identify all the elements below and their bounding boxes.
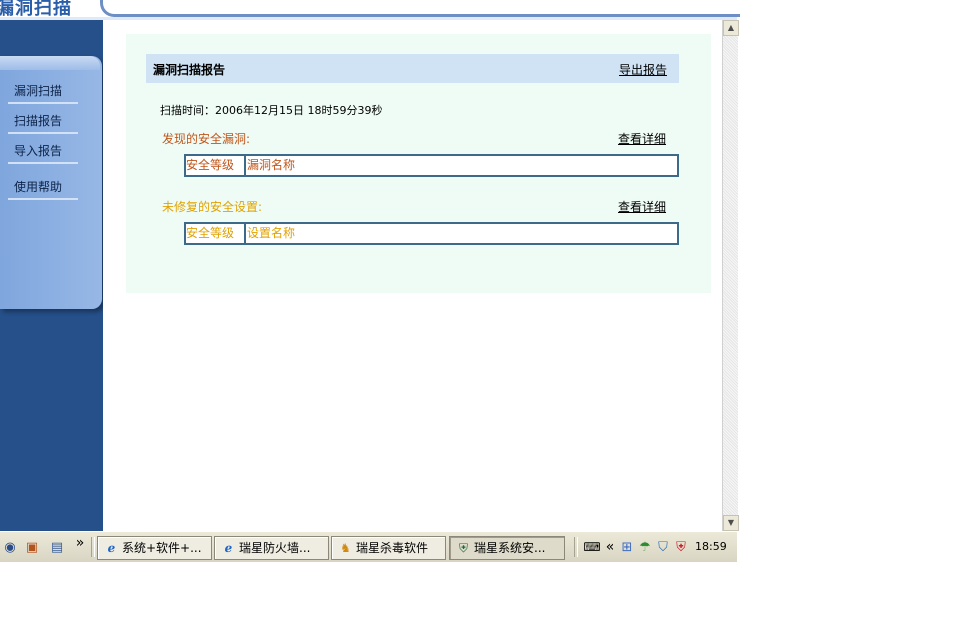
export-report-link[interactable]: 导出报告	[619, 61, 667, 78]
keyboard-icon[interactable]: ⌨	[583, 539, 600, 555]
ie-icon: ℯ	[224, 541, 233, 555]
sidebar-item-scan-report[interactable]: 扫描报告	[14, 112, 62, 129]
tray-collapse-icon[interactable]: «	[602, 539, 618, 555]
taskbar-button-rising-system-security[interactable]: ⛨ 瑞星系统安...	[449, 536, 565, 560]
sidebar-item-import-report[interactable]: 导入报告	[14, 142, 62, 159]
lion-icon: ♞	[340, 541, 351, 555]
column-header-vuln-name: 漏洞名称	[247, 158, 296, 172]
taskbar: ◉ ▣ ▤ » ℯ 系统+软件+... ℯ 瑞星防火墙... ♞ 瑞星杀毒软件 ⛨ 瑞星…	[0, 531, 737, 562]
media-player-icon[interactable]: ◉	[2, 539, 18, 555]
report-panel: 漏洞扫描报告 导出报告 扫描时间：2006年12月15日 18时59分39秒 发…	[126, 34, 711, 293]
security-shield-icon[interactable]: ⛨	[673, 539, 689, 555]
sidebar-item-vuln-scan[interactable]: 漏洞扫描	[14, 82, 62, 99]
unfixed-settings-section-label: 未修复的安全设置:	[162, 200, 263, 214]
sidebar-item-help[interactable]: 使用帮助	[14, 178, 62, 195]
vulnerabilities-section-label: 发现的安全漏洞:	[162, 132, 251, 146]
content-area: 漏洞扫描报告 导出报告 扫描时间：2006年12月15日 18时59分39秒 发…	[103, 20, 722, 531]
taskbar-button-rising-firewall[interactable]: ℯ 瑞星防火墙...	[214, 536, 329, 560]
umbrella-icon[interactable]: ☂	[637, 539, 653, 555]
taskbar-button-label: 瑞星系统安...	[474, 541, 546, 555]
vulnerabilities-table-header: 安全等级 漏洞名称	[184, 154, 679, 177]
scroll-down-button[interactable]: ▼	[723, 515, 739, 531]
taskbar-button-system-software[interactable]: ℯ 系统+软件+...	[97, 536, 212, 560]
report-title: 漏洞扫描报告	[153, 63, 226, 77]
column-header-setting-name: 设置名称	[247, 226, 296, 240]
taskbar-button-label: 瑞星防火墙...	[239, 541, 311, 555]
sidebar-divider	[8, 198, 78, 200]
unfixed-settings-table-header: 安全等级 设置名称	[184, 222, 679, 245]
scan-time-text: 扫描时间：2006年12月15日 18时59分39秒	[160, 104, 383, 117]
desktop-icon[interactable]: ▣	[24, 539, 40, 555]
unfixed-settings-detail-link[interactable]: 查看详细	[618, 198, 666, 215]
shield-icon: ⛨	[458, 541, 468, 555]
ie-icon: ℯ	[107, 541, 116, 555]
vulnerabilities-detail-link[interactable]: 查看详细	[618, 130, 666, 147]
taskbar-separator	[574, 537, 578, 557]
scroll-up-button[interactable]: ▲	[723, 20, 739, 36]
taskbar-separator	[91, 537, 95, 557]
sidebar-divider	[8, 102, 78, 104]
taskbar-button-rising-antivirus[interactable]: ♞ 瑞星杀毒软件	[331, 536, 446, 560]
page-title: 漏洞扫描	[0, 0, 72, 19]
left-nav-column: 漏洞扫描 扫描报告 导入报告 使用帮助	[0, 20, 103, 531]
vertical-scrollbar[interactable]: ▲ ▼	[722, 20, 739, 531]
show-desktop-icon[interactable]: ▤	[49, 539, 65, 555]
sidebar-divider	[8, 162, 78, 164]
column-header-severity: 安全等级	[186, 156, 246, 175]
app-header: 漏洞扫描	[0, 0, 740, 20]
chevron-more-icon[interactable]: »	[72, 535, 88, 551]
taskbar-button-label: 瑞星杀毒软件	[356, 541, 429, 555]
taskbar-button-label: 系统+软件+...	[122, 541, 202, 555]
sidebar-divider	[8, 132, 78, 134]
column-header-severity: 安全等级	[186, 224, 246, 243]
sidebar-cap	[0, 56, 100, 70]
header-tab-frame	[100, 0, 740, 17]
network-icon[interactable]: ⊞	[619, 539, 635, 555]
sidebar-panel: 漏洞扫描 扫描报告 导入报告 使用帮助	[0, 56, 102, 309]
firewall-icon[interactable]: ⛉	[655, 539, 671, 555]
clock: 18:59	[695, 540, 727, 553]
report-header-bar: 漏洞扫描报告 导出报告	[146, 54, 679, 83]
